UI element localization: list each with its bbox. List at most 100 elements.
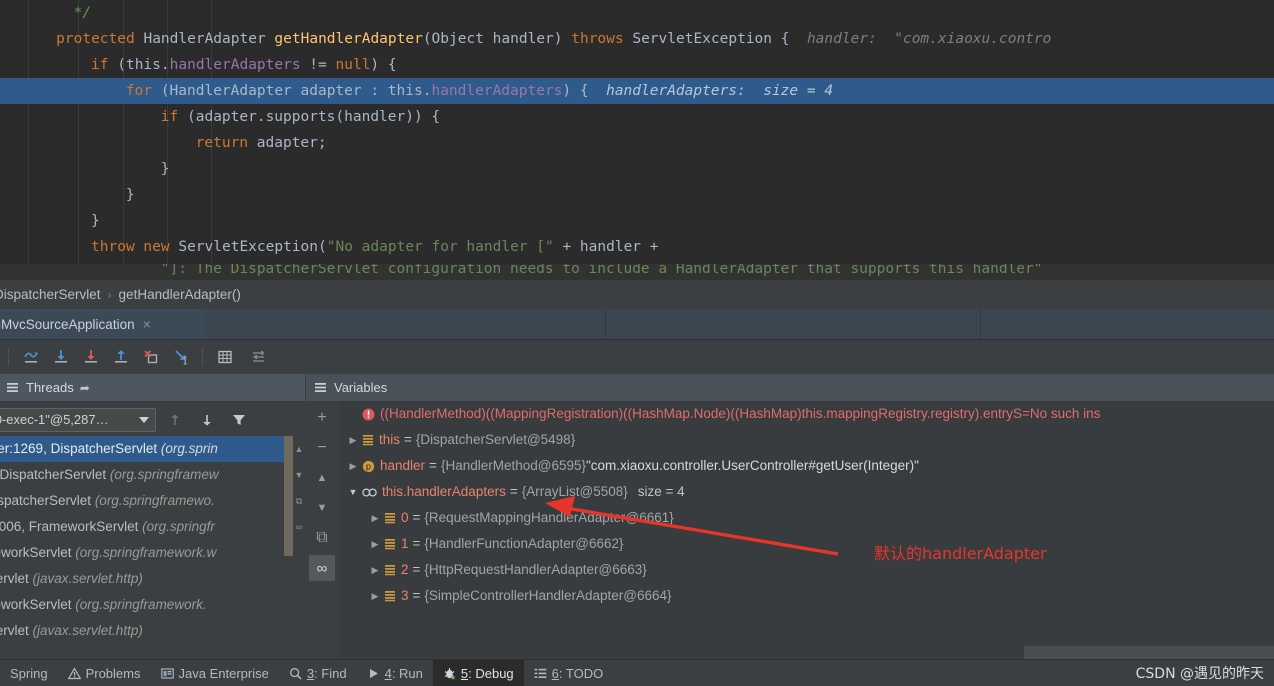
- close-icon[interactable]: ×: [143, 317, 151, 331]
- code-token: adapter;: [256, 135, 327, 151]
- debug-session-tabstrip[interactable]: ngMvcSourceApplication ×: [0, 309, 1274, 340]
- watch-error-row[interactable]: ((HandlerMethod)((MappingRegistration)((…: [338, 401, 1274, 427]
- stack-frame-package: (org.springframework.: [75, 597, 207, 612]
- code-token: }: [125, 187, 135, 203]
- drop-frame-icon[interactable]: [138, 344, 164, 370]
- variables-side-toolbar[interactable]: + − ▲ ▼ ⧉ ∞: [306, 401, 338, 659]
- debug-stepping-toolbar[interactable]: [0, 340, 1274, 375]
- threads-pane-header[interactable]: Threads ➦: [0, 374, 305, 402]
- add-watch-icon[interactable]: +: [309, 405, 335, 431]
- code-token: throws: [571, 31, 633, 47]
- move-down-icon[interactable]: [194, 407, 220, 433]
- chevron-right-icon[interactable]: ▶: [368, 583, 382, 609]
- force-step-into-icon[interactable]: [78, 344, 104, 370]
- variable-row[interactable]: ▶ 3 = {SimpleControllerHandlerAdapter@666…: [338, 583, 1274, 609]
- status-bar-item-todo[interactable]: 6: TODO: [524, 660, 614, 686]
- variable-name: 0: [401, 510, 409, 525]
- status-bar-item-spring[interactable]: Spring: [0, 660, 58, 686]
- variable-value: {SimpleControllerHandlerAdapter@6664}: [424, 588, 672, 603]
- code-token: */: [73, 5, 92, 21]
- code-token: (HandlerAdapter adapter :: [160, 83, 388, 99]
- breadcrumb[interactable]: DispatcherServlet › getHandlerAdapter(): [0, 280, 1274, 309]
- settings-icon[interactable]: [246, 344, 272, 370]
- stack-frame-row[interactable]: 43, DispatcherServlet (org.springframewo…: [0, 488, 305, 514]
- chevron-right-icon[interactable]: ▶: [368, 531, 382, 557]
- tabstrip-divider: [605, 309, 606, 339]
- stack-frame-package: (org.sprin: [160, 441, 218, 456]
- chevron-right-icon[interactable]: ▶: [346, 453, 360, 479]
- variable-row[interactable]: ▼ this.handlerAdapters = {ArrayList@5508}…: [338, 479, 1274, 505]
- scroll-up-icon[interactable]: ▲: [293, 436, 305, 462]
- variable-row[interactable]: ▶ 1 = {HandlerFunctionAdapter@6662}: [338, 531, 1274, 557]
- chevron-right-icon[interactable]: ▶: [368, 557, 382, 583]
- run-to-cursor-icon[interactable]: [168, 344, 194, 370]
- variable-value: {DispatcherServlet@5498}: [415, 432, 576, 447]
- chevron-down-icon[interactable]: [139, 416, 149, 423]
- variables-pane-header[interactable]: Variables: [306, 374, 1274, 402]
- code-editor[interactable]: */ protected HandlerAdapter getHandlerAda…: [0, 0, 1274, 280]
- variable-equals: =: [509, 484, 518, 499]
- svg-text:p: p: [366, 462, 371, 472]
- variable-row[interactable]: ▶ this = {DispatcherServlet@5498}: [338, 427, 1274, 453]
- inline-watch-icon[interactable]: ∞: [293, 514, 305, 540]
- move-watch-up-icon[interactable]: ▲: [309, 465, 335, 491]
- step-over-icon[interactable]: [18, 344, 44, 370]
- status-bar-item-problems[interactable]: Problems: [58, 660, 151, 686]
- variable-row[interactable]: ▶ p handler = {HandlerMethod@6595} "com.xi…: [338, 453, 1274, 479]
- code-line: "]: The DispatcherServlet configuration …: [0, 264, 1274, 280]
- variable-row[interactable]: ▶ 0 = {RequestMappingHandlerAdapter@6661}: [338, 505, 1274, 531]
- threads-frames-pane[interactable]: Threads ➦ 8080-exec-1"@5,287…: [0, 374, 305, 659]
- code-token: ) {: [370, 57, 397, 73]
- step-out-icon[interactable]: [108, 344, 134, 370]
- variable-equals: =: [412, 510, 421, 525]
- chevron-right-icon[interactable]: ▶: [368, 505, 382, 531]
- inline-debug-hint[interactable]: handlerAdapters: size = 4: [589, 83, 833, 99]
- frames-side-toolbar[interactable]: ▲ ▼ ⧉ ∞: [293, 436, 305, 659]
- variable-value: {RequestMappingHandlerAdapter@6661}: [424, 510, 674, 525]
- chevron-down-icon[interactable]: ▼: [346, 479, 360, 505]
- code-token: getHandlerAdapter: [274, 31, 423, 47]
- filter-icon[interactable]: [226, 407, 252, 433]
- stack-frame-row[interactable]: HttpServlet (javax.servlet.http): [0, 566, 305, 592]
- inline-debug-hint[interactable]: handler: "com.xiaoxu.contro: [789, 31, 1051, 47]
- stack-frame-row[interactable]: FrameworkServlet (org.springframework.: [0, 592, 305, 618]
- frames-scrollbar[interactable]: [284, 436, 293, 556]
- move-up-icon[interactable]: [162, 407, 188, 433]
- variables-tree[interactable]: ((HandlerMethod)((MappingRegistration)((…: [338, 401, 1274, 659]
- step-into-icon[interactable]: [48, 344, 74, 370]
- stack-frame-method: HttpServlet: [0, 571, 29, 586]
- copy-value-icon[interactable]: ⧉: [309, 525, 335, 551]
- search-icon: [289, 667, 302, 680]
- chevron-right-icon[interactable]: ▶: [346, 427, 360, 453]
- threads-pane-title: Threads: [26, 380, 74, 395]
- variable-name: handler: [380, 458, 426, 473]
- debug-session-tab[interactable]: ngMvcSourceApplication ×: [0, 309, 205, 339]
- status-bar-item-run[interactable]: 4: Run: [357, 660, 433, 686]
- evaluate-expression-icon[interactable]: [212, 344, 238, 370]
- breadcrumb-item-method[interactable]: getHandlerAdapter(): [119, 287, 241, 302]
- status-bar-item-debug[interactable]: 5: Debug: [432, 660, 524, 686]
- stack-frame-row[interactable]: FrameworkServlet (org.springframework.w: [0, 540, 305, 566]
- pin-icon[interactable]: ➦: [80, 381, 90, 395]
- scroll-down-icon[interactable]: ▼: [293, 462, 305, 488]
- code-token: (: [117, 57, 126, 73]
- variable-value: {ArrayList@5508}: [521, 484, 628, 499]
- thread-select[interactable]: 8080-exec-1"@5,287…: [0, 407, 156, 432]
- copy-stack-icon[interactable]: ⧉: [293, 488, 305, 514]
- stack-frame-package: (org.springframew: [109, 467, 219, 482]
- status-bar-item-java-enterprise[interactable]: Java Enterprise: [151, 660, 279, 686]
- stack-frame-row[interactable]: HttpServlet (javax.servlet.http): [0, 618, 305, 644]
- status-bar[interactable]: Spring Problems Java Enterprise 3: Find 4: R…: [0, 659, 1274, 686]
- call-stack-frames[interactable]: Adapter:1269, DispatcherServlet (org.spr…: [0, 436, 305, 659]
- inline-watch-icon[interactable]: ∞: [309, 555, 335, 581]
- stack-frame-row[interactable]: Adapter:1269, DispatcherServlet (org.spr…: [0, 436, 305, 462]
- variables-pane[interactable]: Variables + − ▲ ▼ ⧉ ∞ ((HandlerMethod)((Mappi…: [306, 374, 1274, 659]
- stack-frame-row[interactable]: uest:1006, FrameworkServlet (org.springf…: [0, 514, 305, 540]
- variable-row[interactable]: ▶ 2 = {HttpRequestHandlerAdapter@6663}: [338, 557, 1274, 583]
- thread-selector-row[interactable]: 8080-exec-1"@5,287…: [0, 402, 305, 437]
- stack-frame-row[interactable]: 1023, DispatcherServlet (org.springframe…: [0, 462, 305, 488]
- breadcrumb-item-class[interactable]: DispatcherServlet: [0, 287, 101, 302]
- remove-watch-icon[interactable]: −: [309, 435, 335, 461]
- status-bar-item-find[interactable]: 3: Find: [279, 660, 357, 686]
- move-watch-down-icon[interactable]: ▼: [309, 495, 335, 521]
